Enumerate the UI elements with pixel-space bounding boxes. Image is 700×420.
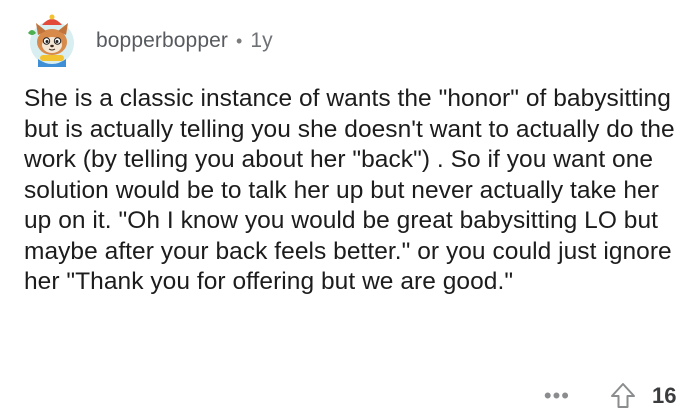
comment-header: bopperbopper • 1y (22, 10, 273, 72)
comment-age: 1y (250, 29, 273, 52)
comment-card: bopperbopper • 1y She is a classic insta… (0, 0, 700, 420)
upvote-arrow-icon (611, 383, 635, 408)
user-avatar[interactable] (22, 11, 82, 71)
comment-actions: ••• 16 (544, 376, 678, 416)
more-options-button[interactable]: ••• (544, 385, 570, 407)
upvote-button[interactable] (608, 381, 638, 411)
cartoon-character-avatar-icon (28, 14, 74, 67)
comment-body: She is a classic instance of wants the "… (24, 84, 684, 298)
vote-count: 16 (652, 383, 677, 408)
username-link[interactable]: bopperbopper (96, 29, 228, 53)
meta-separator: • (235, 30, 243, 51)
comment-body-text: She is a classic instance of wants the "… (24, 85, 675, 295)
comment-meta: bopperbopper • 1y (96, 29, 273, 53)
